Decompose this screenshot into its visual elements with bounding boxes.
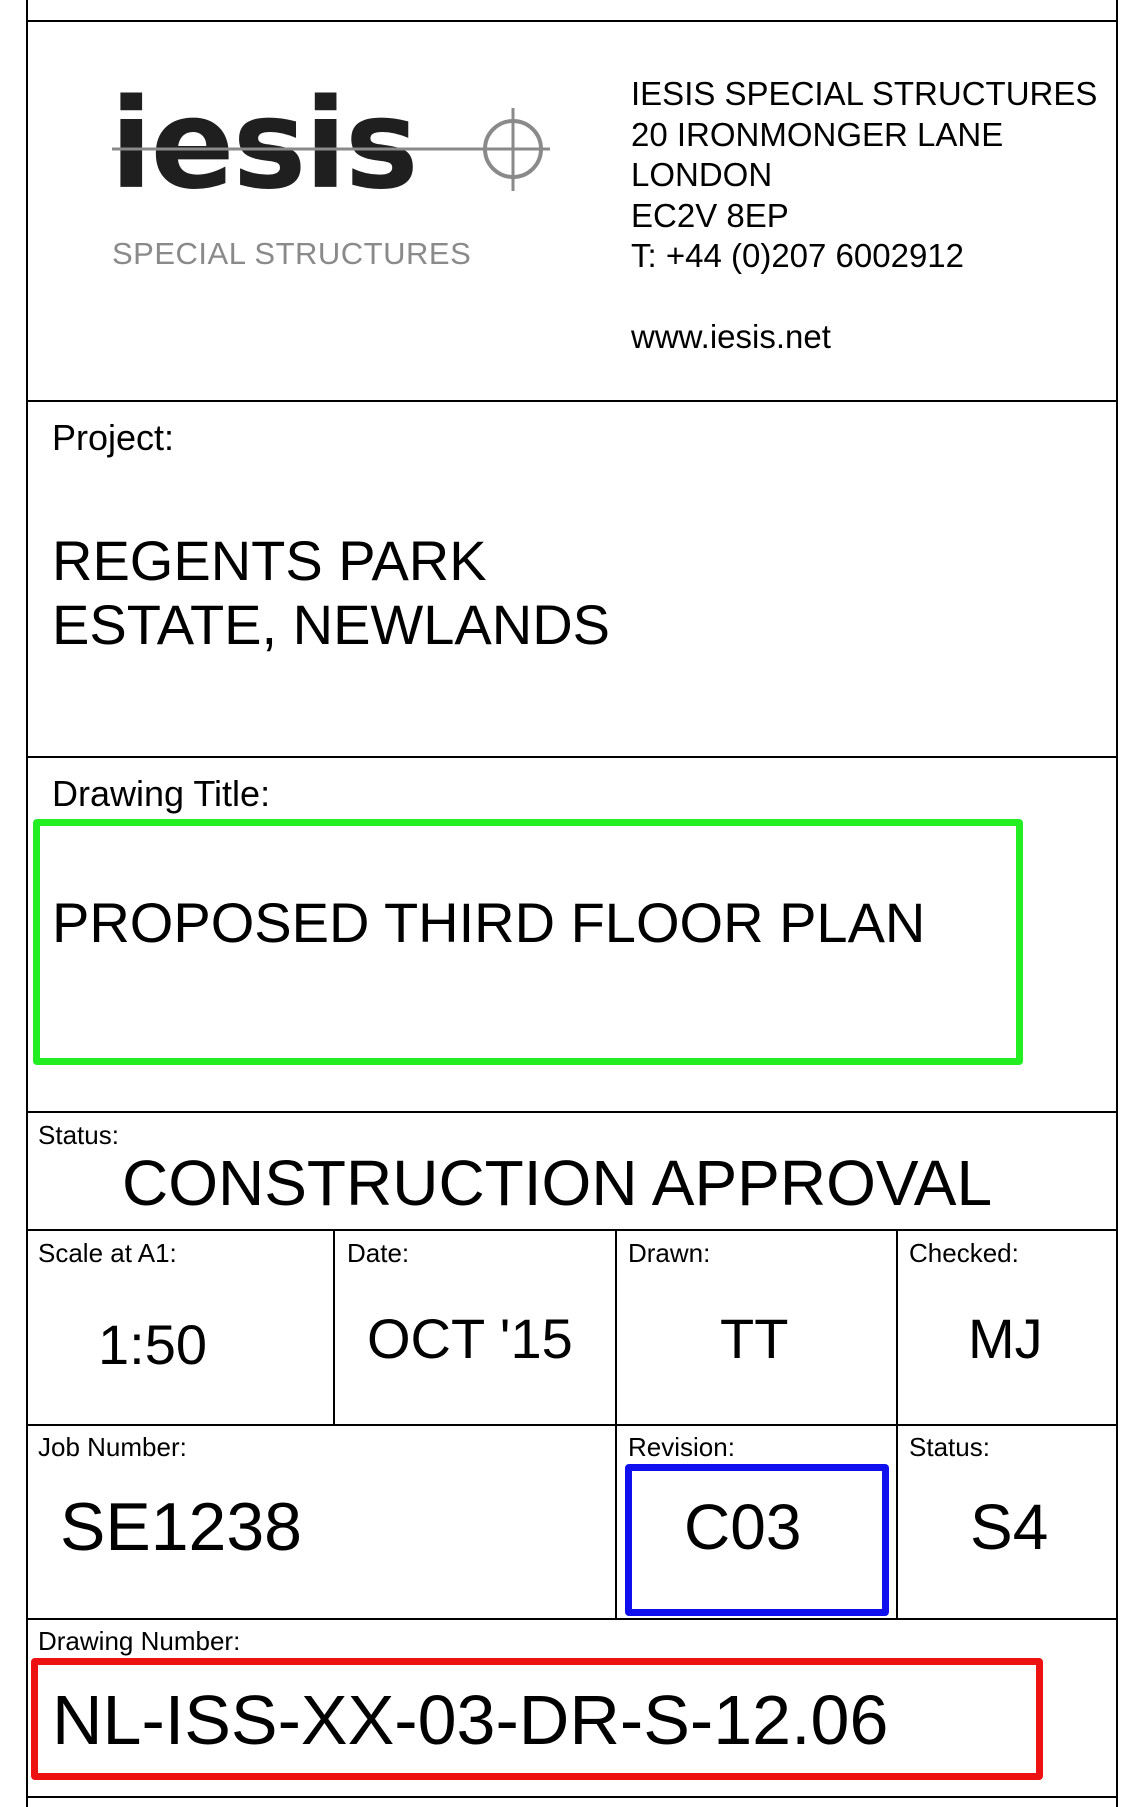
divider-grid-row2: [26, 1424, 1118, 1426]
address-line-street: 20 IRONMONGER LANE: [631, 115, 1004, 153]
drawn-value: TT: [720, 1307, 789, 1370]
drawing-number-value: NL-ISS-XX-03-DR-S-12.06: [52, 1681, 889, 1759]
date-label: Date:: [347, 1238, 410, 1268]
drawing-title-label: Drawing Title:: [52, 773, 271, 814]
drawing-number-label: Drawing Number:: [38, 1626, 241, 1656]
frame-right-border: [1116, 0, 1118, 1807]
frame-top-divider: [26, 20, 1118, 22]
logo-tagline: SPECIAL STRUCTURES: [112, 236, 472, 271]
revision-value: C03: [684, 1491, 802, 1563]
grid-col-divider-3: [896, 1229, 898, 1619]
company-address: IESIS SPECIAL STRUCTURES 20 IRONMONGER L…: [631, 74, 1097, 358]
status-code-label: Status:: [909, 1432, 990, 1462]
address-line-company: IESIS SPECIAL STRUCTURES: [631, 75, 1098, 112]
project-name-line1: REGENTS PARK: [52, 529, 487, 592]
project-name-line2: ESTATE, NEWLANDS: [52, 593, 611, 656]
grid-col-divider-1: [333, 1229, 335, 1425]
address-line-city: LONDON: [631, 156, 773, 193]
company-website: www.iesis.net: [631, 318, 831, 355]
checked-value: MJ: [968, 1307, 1043, 1370]
divider-logo-project: [26, 400, 1118, 402]
divider-status-grid: [26, 1229, 1118, 1231]
frame-left-border: [26, 0, 28, 1807]
address-line-postcode: EC2V 8EP: [631, 196, 789, 234]
divider-grid-drawingnumber: [26, 1618, 1118, 1620]
frame-bottom-border: [26, 1796, 1118, 1798]
checked-label: Checked:: [909, 1238, 1019, 1268]
crosshair-icon: [112, 108, 550, 191]
project-label: Project:: [52, 417, 175, 458]
status-label: Status:: [38, 1120, 119, 1150]
drawing-title-value: PROPOSED THIRD FLOOR PLAN: [52, 891, 926, 954]
status-value: CONSTRUCTION APPROVAL: [122, 1147, 993, 1219]
divider-project-title: [26, 756, 1118, 758]
drawn-label: Drawn:: [628, 1238, 711, 1268]
date-value: OCT '15: [367, 1307, 573, 1370]
company-logo: iesis SPECIAL STRUCTURES: [110, 83, 560, 280]
job-number-label: Job Number:: [38, 1432, 187, 1462]
revision-label: Revision:: [628, 1432, 735, 1462]
address-line-phone: T: +44 (0)207 6002912: [631, 237, 965, 274]
status-code-value: S4: [970, 1491, 1049, 1563]
scale-label: Scale at A1:: [38, 1238, 177, 1268]
grid-col-divider-2: [615, 1229, 617, 1619]
job-number-value: SE1238: [60, 1489, 302, 1565]
scale-value: 1:50: [98, 1313, 207, 1376]
divider-title-status: [26, 1111, 1118, 1113]
